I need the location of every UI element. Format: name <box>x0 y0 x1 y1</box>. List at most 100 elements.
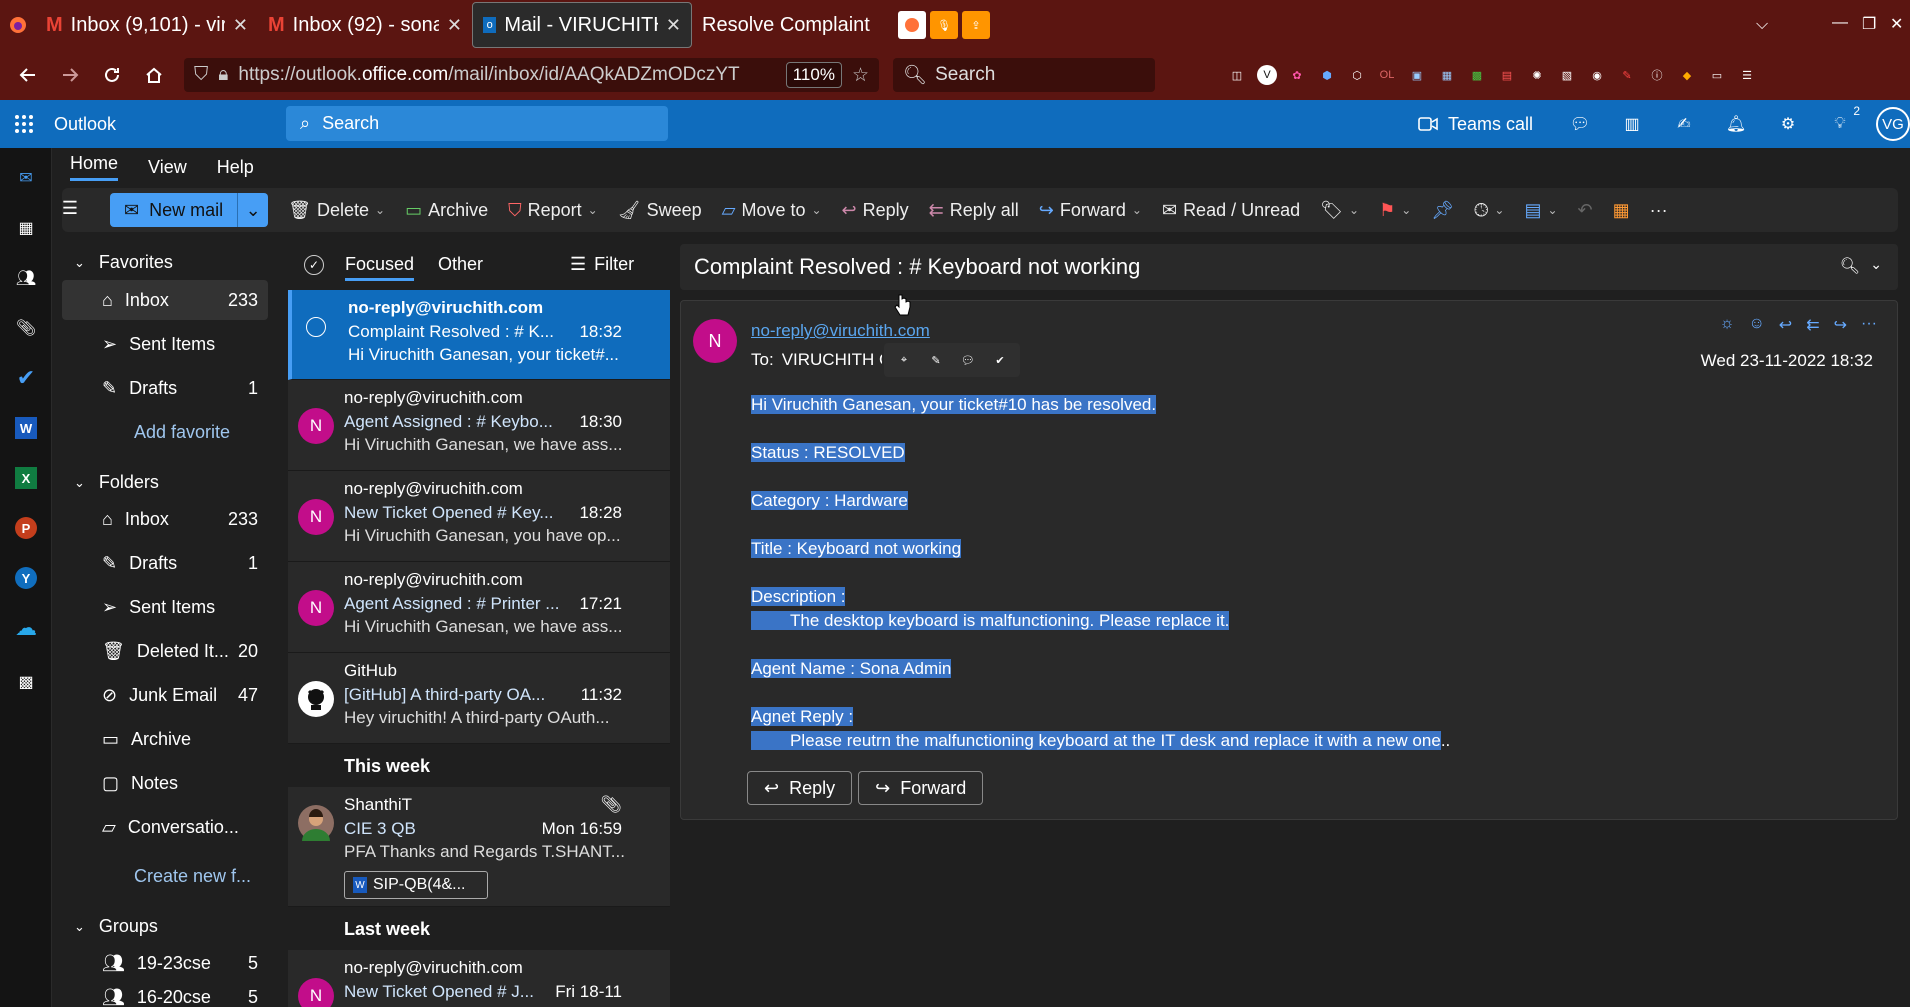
tab-focused[interactable]: Focused <box>345 254 415 281</box>
reply-button[interactable]: ↩ Reply <box>747 771 853 805</box>
close-icon[interactable]: ✕ <box>1890 14 1903 34</box>
chevron-down-icon[interactable]: ⌄ <box>1494 203 1504 217</box>
teams-call-button[interactable]: Teams call <box>1418 100 1533 148</box>
chevron-down-icon[interactable]: ⌄ <box>375 203 385 217</box>
check-icon[interactable]: ✔ <box>986 346 1014 374</box>
microphone-icon[interactable]: 🎙 <box>930 11 958 39</box>
folders-header[interactable]: ⌄ Folders <box>74 472 159 493</box>
reply-all-button[interactable]: ⇇ Reply all <box>919 188 1029 232</box>
create-new-folder-link[interactable]: Create new f... <box>134 866 251 887</box>
flag-button[interactable]: ⚑ ⌄ <box>1369 188 1421 232</box>
sidebar-item-group[interactable]: 👥︎ 16-20cse 5 <box>62 987 268 1007</box>
reply-icon[interactable]: ↩ <box>1779 315 1792 335</box>
forward-button[interactable]: ↪ Forward ⌄ <box>1029 188 1152 232</box>
tab-other[interactable]: Other <box>438 254 483 275</box>
star-icon[interactable]: ☆ <box>852 64 869 87</box>
url-bar[interactable]: ⛉ 🔒︎ https://outlook.office.com/mail/inb… <box>184 58 879 92</box>
favorites-header[interactable]: ⌄ Favorites <box>74 252 173 273</box>
chevron-down-icon[interactable]: ⌄ <box>1547 203 1557 217</box>
pocket-icon[interactable]: ◫ <box>1223 61 1251 89</box>
archive-button[interactable]: ▭ Archive <box>395 188 498 232</box>
sidebar-item-drafts[interactable]: ✎ Drafts 1 <box>62 543 268 583</box>
sidebar-item-sent[interactable]: ➢ Sent Items <box>62 587 268 627</box>
close-tab-icon[interactable]: ✕ <box>233 15 248 36</box>
groups-header[interactable]: ⌄ Groups <box>74 916 158 937</box>
back-icon[interactable] <box>10 57 46 93</box>
report-button[interactable]: ⛉ Report ⌄ <box>498 188 608 232</box>
extension-icon[interactable]: ✿ <box>1283 61 1311 89</box>
onedrive-icon[interactable]: ☁ <box>10 612 42 644</box>
chevron-down-icon[interactable]: ⌄ <box>1401 203 1411 217</box>
chevron-down-icon[interactable]: ⌄ <box>238 200 268 221</box>
reply-button[interactable]: ↩ Reply <box>832 188 919 232</box>
extension-icon[interactable]: ✎ <box>1613 61 1641 89</box>
save-icon[interactable]: ▣ <box>1403 61 1431 89</box>
list-item[interactable]: no-reply@viruchith.com Complaint Resolve… <box>288 290 670 380</box>
firefox-icon[interactable] <box>0 16 36 34</box>
gear-icon[interactable]: ⚙ <box>1774 110 1802 138</box>
vivaldi-icon[interactable]: V <box>1257 65 1277 85</box>
chevron-down-icon[interactable]: ⌄ <box>1349 203 1359 217</box>
extension-icon[interactable]: ✺ <box>1523 61 1551 89</box>
sidebar-item-sent-favorite[interactable]: ➢ Sent Items <box>62 324 268 364</box>
extension-icon[interactable]: ⬢ <box>1313 61 1341 89</box>
select-all-icon[interactable]: ✓ <box>304 255 324 275</box>
forward-button[interactable]: ↪ Forward <box>858 771 984 805</box>
list-item[interactable]: N no-reply@viruchith.com New Ticket Open… <box>288 950 670 1007</box>
undo-button[interactable]: ↶ <box>1568 188 1603 232</box>
app-name[interactable]: Outlook <box>54 114 116 135</box>
list-item[interactable]: N no-reply@viruchith.com New Ticket Open… <box>288 471 670 562</box>
chevron-down-icon[interactable]: ⌄ <box>1132 203 1142 217</box>
powerpoint-icon[interactable]: P <box>10 512 42 544</box>
sidebar-item-group[interactable]: 👥︎ 19-23cse 5 <box>62 943 268 983</box>
chevron-down-icon[interactable]: ⌄ <box>588 203 598 217</box>
mail-icon[interactable]: ✉ <box>10 162 42 194</box>
tips-icon[interactable]: 💡︎ 2 <box>1826 104 1860 138</box>
zoom-level[interactable]: 110% <box>785 62 842 88</box>
pdf-icon[interactable]: ▤ <box>1493 61 1521 89</box>
extension-icon[interactable]: ◉ <box>1583 61 1611 89</box>
chat-icon[interactable]: 💬︎ <box>1566 110 1594 138</box>
excel-icon[interactable]: X <box>10 462 42 494</box>
calendar-icon[interactable]: ▦ <box>10 212 42 244</box>
reply-all-icon[interactable]: ⇇ <box>1806 315 1819 335</box>
new-mail-button[interactable]: ✉ New mail ⌄ <box>110 193 269 227</box>
hamburger-icon[interactable]: ☰ <box>50 198 90 219</box>
attachment-chip[interactable]: W SIP-QB(4&... <box>344 871 488 899</box>
yammer-icon[interactable]: Y <box>10 562 42 594</box>
shield-icon[interactable]: ⛉ <box>194 64 208 86</box>
upload-icon[interactable]: ⇪ <box>962 11 990 39</box>
forward-icon[interactable]: ↪ <box>1834 315 1847 335</box>
apps-button[interactable]: ▦ <box>1603 188 1640 232</box>
extension-icon[interactable]: ◆ <box>1673 61 1701 89</box>
snooze-button[interactable]: 🕓︎ ⌄ <box>1464 188 1514 232</box>
chevron-down-icon[interactable]: ⌵ <box>1756 16 1768 34</box>
list-item[interactable]: ShanthiT 📎︎ CIE 3 QB Mon 16:59 PFA Thank… <box>288 787 670 907</box>
delete-button[interactable]: 🗑︎ Delete ⌄ <box>278 188 395 232</box>
filter-button[interactable]: ☰ Filter <box>570 254 634 275</box>
edit-icon[interactable]: ✎ <box>922 346 950 374</box>
rules-button[interactable]: ▤ ⌄ <box>1514 188 1567 232</box>
more-options-button[interactable]: ··· <box>1640 188 1678 232</box>
minimize-icon[interactable]: — <box>1832 14 1848 32</box>
broom-icon[interactable]: ⌖ <box>890 346 918 374</box>
mail-search-input[interactable]: ⌕ Search <box>286 106 668 141</box>
tag-button[interactable]: 🏷︎ ⌄ <box>1310 188 1369 232</box>
home-icon[interactable] <box>136 57 172 93</box>
sidebar-item-notes[interactable]: ▢ Notes <box>62 763 268 803</box>
chevron-down-icon[interactable]: ⌄ <box>811 203 821 217</box>
word-icon[interactable]: W <box>10 412 42 444</box>
todo-icon[interactable]: ✔ <box>10 362 42 394</box>
lock-icon[interactable]: 🔒︎ <box>218 64 228 86</box>
tab-home[interactable]: Home <box>70 153 119 181</box>
extension-icon[interactable]: ▭ <box>1703 61 1731 89</box>
menu-icon[interactable]: ☰ <box>1733 61 1761 89</box>
sidebar-item-junk[interactable]: ⊘ Junk Email 47 <box>62 675 268 715</box>
close-tab-icon[interactable]: ✕ <box>447 15 462 36</box>
extension-icon[interactable]: ▩ <box>1463 61 1491 89</box>
select-radio[interactable] <box>306 317 326 337</box>
more-icon[interactable]: ··· <box>1861 315 1877 335</box>
browser-search-input[interactable]: 🔍︎ Search <box>893 58 1155 92</box>
sender-address[interactable]: no-reply@viruchith.com <box>751 321 930 341</box>
new-mail-main[interactable]: ✉ New mail <box>110 193 239 227</box>
